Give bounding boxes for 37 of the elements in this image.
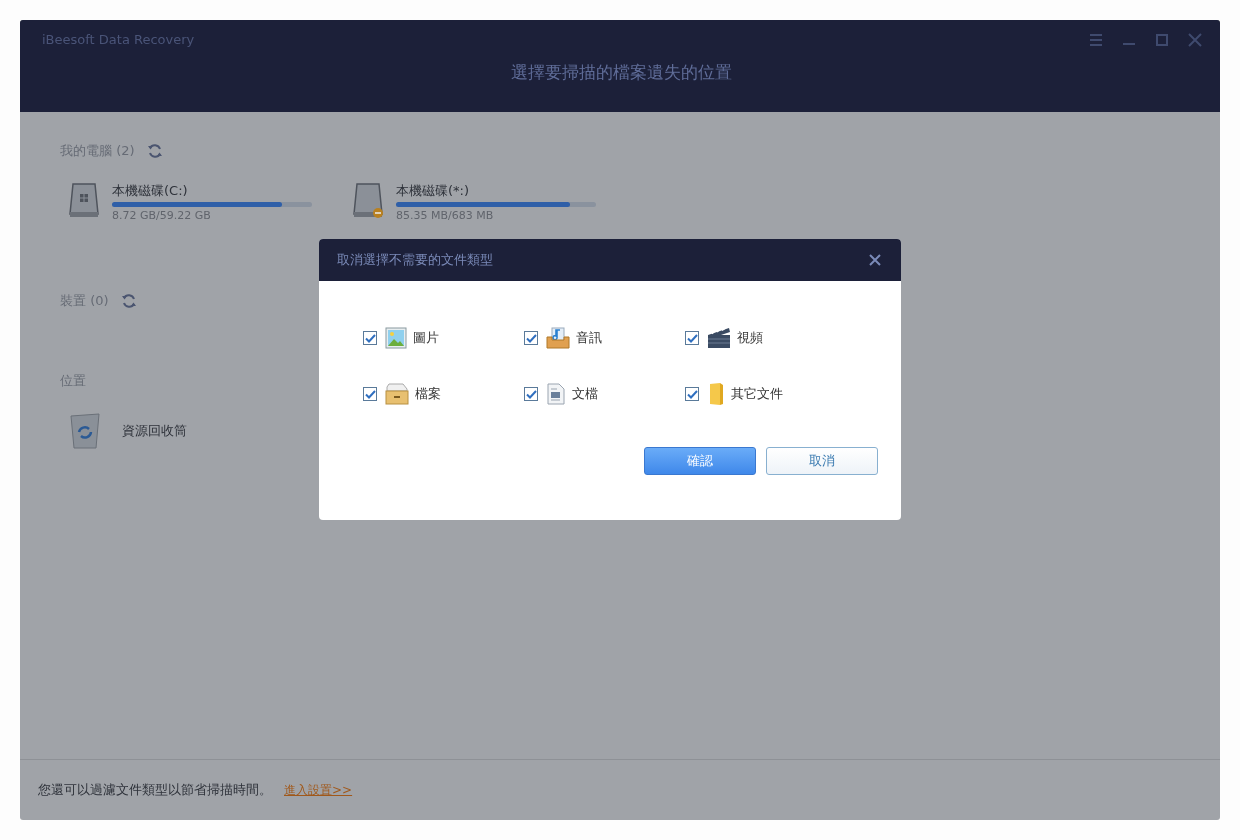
footer-hint: 您還可以過濾文件類型以節省掃描時間。: [38, 781, 272, 799]
file-type-label: 其它文件: [731, 385, 783, 403]
checkbox[interactable]: [685, 387, 699, 401]
checkbox[interactable]: [685, 331, 699, 345]
file-drawer-icon: [385, 383, 409, 405]
checkbox[interactable]: [524, 331, 538, 345]
menu-icon[interactable]: [1089, 33, 1103, 46]
drive-icon[interactable]: [352, 182, 384, 218]
drive-name[interactable]: 本機磁碟(*:): [396, 182, 596, 200]
file-type-label: 檔案: [415, 385, 441, 403]
confirm-button[interactable]: 確認: [644, 447, 756, 475]
cancel-button[interactable]: 取消: [766, 447, 878, 475]
dialog-title: 取消選擇不需要的文件類型: [337, 251, 493, 269]
drive-icon[interactable]: [68, 182, 100, 218]
refresh-icon[interactable]: [146, 143, 163, 159]
drive-name[interactable]: 本機磁碟(C:): [112, 182, 312, 200]
app-name: iBeesoft Data Recovery: [42, 32, 195, 47]
drive-size: 85.35 MB/683 MB: [396, 209, 495, 222]
clapperboard-icon: [707, 327, 731, 349]
file-type-label: 音訊: [576, 329, 602, 347]
refresh-icon[interactable]: [120, 293, 137, 309]
checkbox[interactable]: [524, 387, 538, 401]
recycle-bin-icon[interactable]: [68, 412, 102, 450]
file-type-label: 文檔: [572, 385, 598, 403]
file-type-label: 視頻: [737, 329, 763, 347]
close-icon[interactable]: [869, 254, 881, 266]
location-name[interactable]: 資源回收筒: [122, 422, 187, 440]
page-heading: 選擇要掃描的檔案遺失的位置: [509, 61, 733, 84]
checkbox[interactable]: [363, 387, 377, 401]
picture-file-icon: [385, 327, 407, 349]
checkbox[interactable]: [363, 331, 377, 345]
drive-size: 8.72 GB/59.22 GB: [112, 209, 212, 222]
music-tray-icon: [546, 327, 570, 349]
maximize-icon[interactable]: [1155, 33, 1169, 46]
document-icon: [546, 383, 566, 405]
folder-icon: [707, 382, 725, 406]
file-type-label: 圖片: [413, 329, 439, 347]
